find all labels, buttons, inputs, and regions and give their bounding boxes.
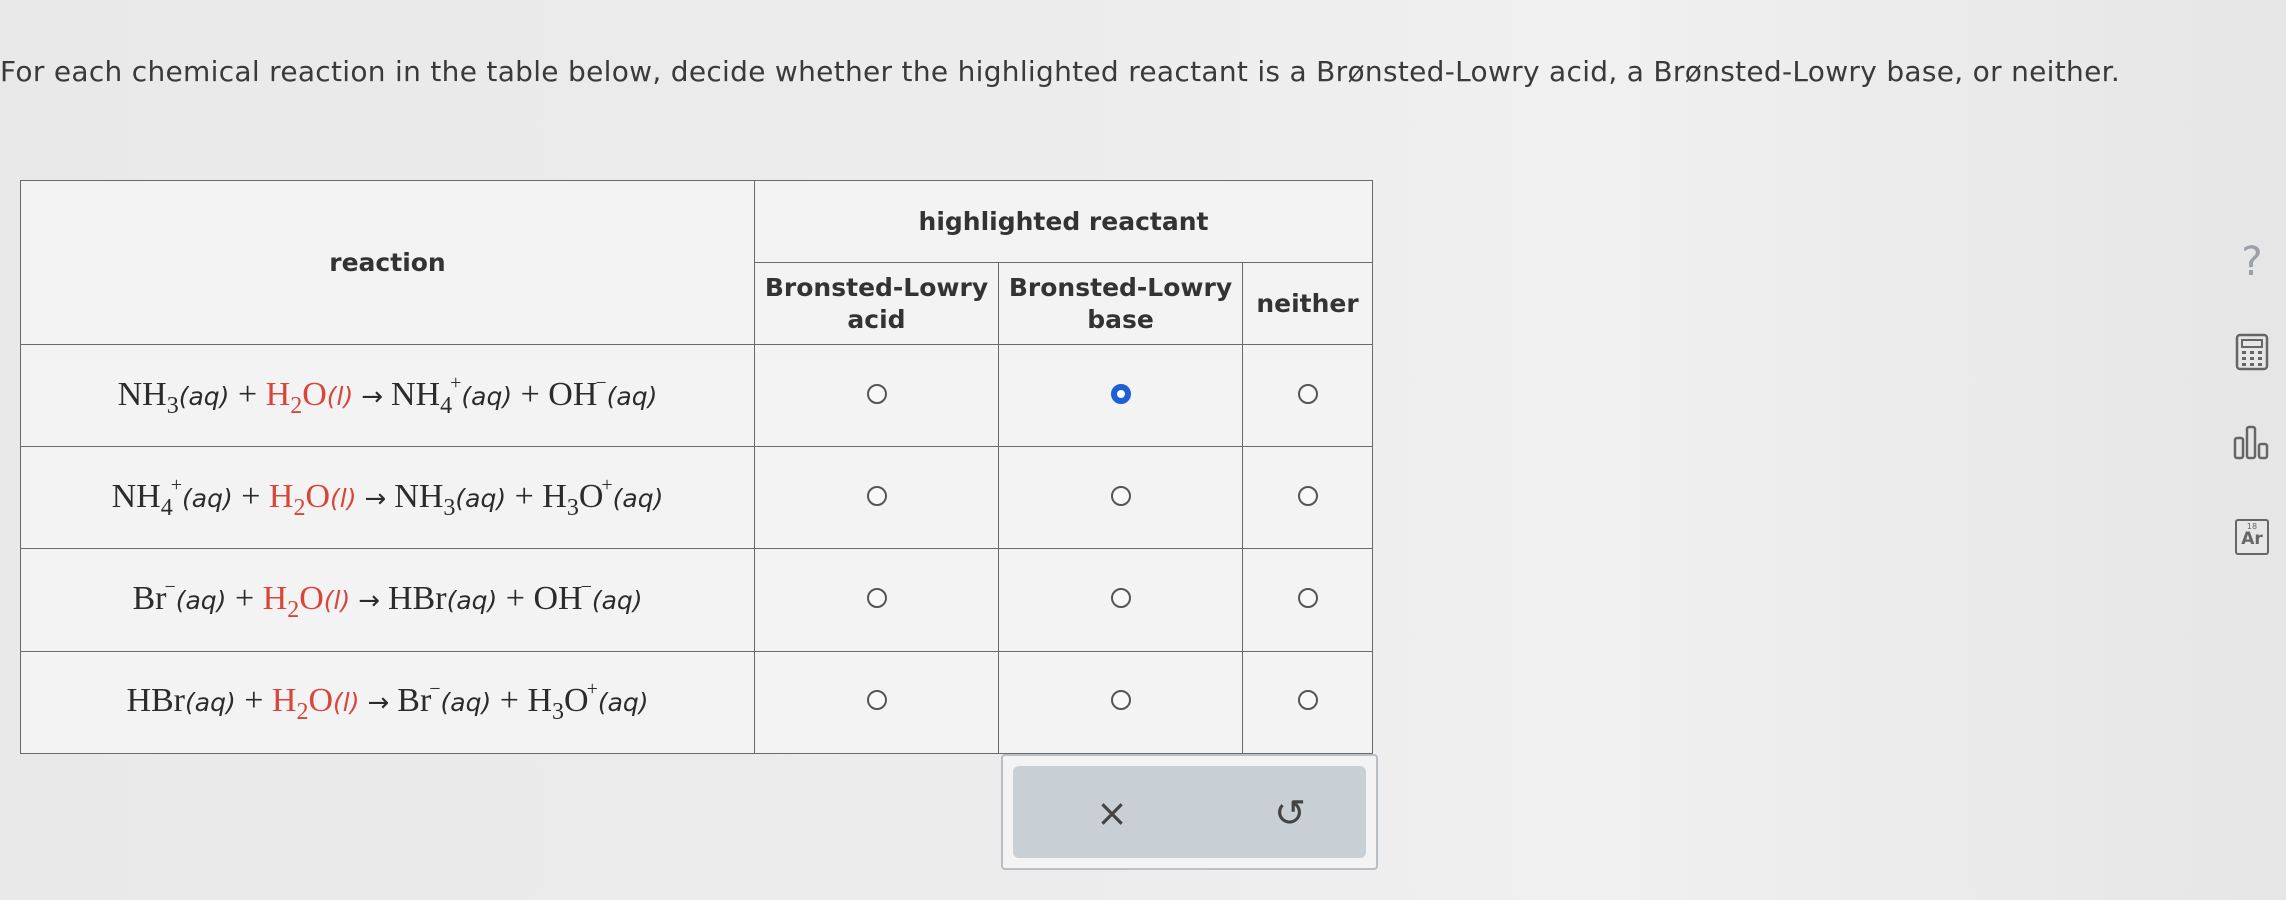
element-symbol: Ar [2241,529,2263,549]
acid-radio[interactable] [866,383,887,404]
action-panel: × ↺ [1001,754,1378,870]
calculator-icon [2235,333,2269,371]
reaction-cell: HBr(aq) + H2O(l) → Br−(aq) + H3O+(aq) [20,650,755,755]
base-option-cell [998,446,1243,550]
reaction-table: reaction highlighted reactant Bronsted-L… [20,180,1373,755]
acid-option-cell [754,650,999,755]
periodic-table-icon: 18 Ar [2235,519,2269,555]
acid-option-cell [754,548,999,652]
help-button[interactable]: ? [2230,239,2274,285]
neither-option-cell [1242,343,1373,448]
reaction-equation-3: Br−(aq) + H2O(l) → HBr(aq) + OH−(aq) [132,576,643,624]
data-chart-button[interactable] [2230,420,2274,464]
base-radio[interactable] [1110,588,1131,609]
base-option-cell [998,343,1243,448]
acid-radio[interactable] [866,690,887,711]
reaction-cell: NH3(aq) + H2O(l) → NH4+(aq) + OH−(aq) [20,343,755,448]
close-icon: × [1096,791,1128,835]
reaction-equation-2: NH4+(aq) + H2O(l) → NH3(aq) + H3O+(aq) [111,473,664,521]
acid-option-cell [754,343,999,448]
bar-chart-icon [2233,425,2269,460]
neither-option-cell [1242,650,1373,755]
neither-option-cell [1242,548,1373,652]
table-row: HBr(aq) + H2O(l) → Br−(aq) + H3O+(aq) [20,650,1373,755]
col-base-line1: Bronsted-Lowry [1008,272,1233,302]
help-icon: ? [2241,239,2263,285]
col-acid-line2: acid [847,304,906,334]
neither-radio[interactable] [1297,383,1318,404]
table-row: Br−(aq) + H2O(l) → HBr(aq) + OH−(aq) [20,548,1373,652]
base-option-cell [998,650,1243,755]
calculator-button[interactable] [2230,330,2274,374]
reaction-cell: NH4+(aq) + H2O(l) → NH3(aq) + H3O+(aq) [20,446,755,550]
neither-radio[interactable] [1297,588,1318,609]
action-panel-inner: × ↺ [1013,766,1366,858]
col-acid-header: Bronsted-Lowry acid [754,262,999,345]
base-radio[interactable] [1110,690,1131,711]
undo-icon: ↺ [1274,791,1306,835]
instruction-text: For each chemical reaction in the table … [0,55,2121,88]
table-row: NH3(aq) + H2O(l) → NH4+(aq) + OH−(aq) [20,343,1373,448]
col-neither-header: neither [1242,262,1373,345]
acid-option-cell [754,446,999,550]
clear-button[interactable]: × [1082,788,1142,838]
neither-option-cell [1242,446,1373,550]
reaction-equation-4: HBr(aq) + H2O(l) → Br−(aq) + H3O+(aq) [126,678,649,726]
acid-radio[interactable] [866,588,887,609]
neither-radio[interactable] [1297,690,1318,711]
base-radio[interactable] [1110,485,1131,506]
table-row: NH4+(aq) + H2O(l) → NH3(aq) + H3O+(aq) [20,446,1373,550]
neither-radio[interactable] [1297,485,1318,506]
reaction-column-header: reaction [20,180,755,345]
base-radio-selected[interactable] [1110,383,1131,404]
base-option-cell [998,548,1243,652]
reaction-equation-1: NH3(aq) + H2O(l) → NH4+(aq) + OH−(aq) [117,371,658,419]
col-base-header: Bronsted-Lowry base [998,262,1243,345]
col-base-line2: base [1087,304,1154,334]
col-acid-line1: Bronsted-Lowry [764,272,989,302]
periodic-table-button[interactable]: 18 Ar [2230,515,2274,559]
undo-button[interactable]: ↺ [1260,788,1320,838]
acid-radio[interactable] [866,485,887,506]
highlighted-reactant-header: highlighted reactant [754,180,1373,263]
reaction-cell: Br−(aq) + H2O(l) → HBr(aq) + OH−(aq) [20,548,755,652]
